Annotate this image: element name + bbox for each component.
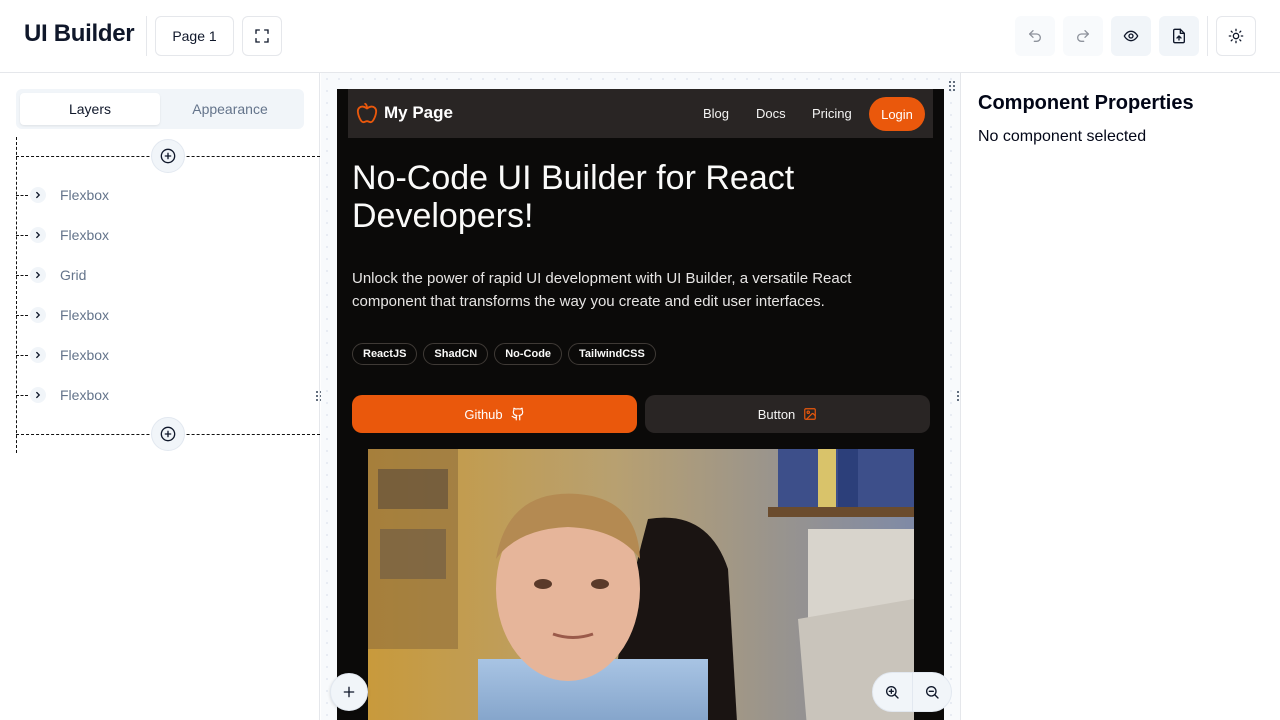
- github-icon: [511, 407, 523, 421]
- layers-panel: Layers Appearance Flexbox Flexbox Grid F…: [0, 73, 322, 720]
- layer-label: Flexbox: [60, 227, 110, 243]
- redo-icon: [1077, 30, 1089, 42]
- preview-button[interactable]: [1111, 16, 1151, 56]
- tab-appearance[interactable]: Appearance: [160, 93, 300, 125]
- theme-toggle-button[interactable]: [1216, 16, 1256, 56]
- layer-item[interactable]: Grid: [16, 260, 316, 290]
- zoom-controls: [872, 672, 952, 712]
- canvas-drag-handle[interactable]: [948, 79, 956, 93]
- panel-tabs: Layers Appearance: [16, 89, 304, 129]
- hero-subtitle: Unlock the power of rapid UI development…: [352, 270, 852, 310]
- plus-circle-icon: [160, 426, 176, 442]
- github-button-label: Github: [464, 406, 503, 422]
- layer-item[interactable]: Flexbox: [16, 220, 316, 250]
- layer-label: Flexbox: [60, 307, 110, 323]
- tag-chip: TailwindCSS: [568, 343, 656, 365]
- github-button[interactable]: Github: [352, 395, 637, 433]
- undo-button[interactable]: [1015, 16, 1055, 56]
- login-button[interactable]: Login: [869, 97, 925, 131]
- chevron-right-icon[interactable]: [30, 307, 46, 323]
- toolbar-divider: [1207, 16, 1208, 56]
- layer-label: Flexbox: [60, 387, 110, 403]
- page-preview[interactable]: My Page Blog Docs Pricing Login No-Code …: [337, 89, 944, 720]
- eye-icon: [1123, 30, 1139, 42]
- fullscreen-button[interactable]: [242, 16, 282, 56]
- editor-canvas[interactable]: My Page Blog Docs Pricing Login No-Code …: [321, 73, 960, 720]
- chevron-right-icon[interactable]: [30, 267, 46, 283]
- layer-label: Flexbox: [60, 187, 110, 203]
- zoom-in-button[interactable]: [873, 673, 912, 711]
- tag-chip: ShadCN: [423, 343, 489, 365]
- layer-item[interactable]: Flexbox: [16, 300, 316, 330]
- tab-layers[interactable]: Layers: [20, 93, 160, 125]
- chevron-right-icon[interactable]: [30, 387, 46, 403]
- plus-circle-icon: [160, 148, 176, 164]
- preview-navbar[interactable]: My Page Blog Docs Pricing Login: [348, 89, 933, 138]
- zoom-out-button[interactable]: [911, 673, 951, 711]
- fullscreen-icon: [255, 29, 269, 43]
- nav-link-pricing[interactable]: Pricing: [812, 106, 852, 121]
- secondary-button[interactable]: Button: [645, 395, 930, 433]
- nav-link-docs[interactable]: Docs: [756, 106, 786, 121]
- nav-link-blog[interactable]: Blog: [703, 106, 729, 121]
- page-selector-button[interactable]: Page 1: [155, 16, 234, 56]
- layer-label: Flexbox: [60, 347, 110, 363]
- properties-empty-state: No component selected: [978, 128, 1147, 145]
- hero-title: No-Code UI Builder for React Developers!: [352, 159, 795, 235]
- redo-button[interactable]: [1063, 16, 1103, 56]
- add-layer-top-button[interactable]: [151, 139, 185, 173]
- top-toolbar: UI Builder Page 1: [0, 0, 1280, 73]
- undo-icon: [1029, 30, 1041, 42]
- export-button[interactable]: [1159, 16, 1199, 56]
- file-export-icon: [1173, 28, 1185, 44]
- properties-title: Component Properties: [978, 92, 1194, 114]
- layer-label: Grid: [60, 267, 87, 283]
- toolbar-divider: [146, 16, 147, 56]
- chevron-right-icon[interactable]: [30, 347, 46, 363]
- zoom-in-icon: [886, 686, 900, 699]
- apple-logo-icon: [356, 102, 378, 124]
- brand-label: My Page: [384, 103, 453, 122]
- add-component-button[interactable]: [330, 673, 368, 711]
- tag-chip: No-Code: [494, 343, 563, 365]
- grip-vertical-icon: [949, 81, 955, 91]
- zoom-out-icon: [925, 686, 939, 699]
- add-layer-bottom-button[interactable]: [151, 417, 185, 451]
- chevron-right-icon[interactable]: [30, 187, 46, 203]
- secondary-button-label: Button: [757, 406, 796, 422]
- chevron-right-icon[interactable]: [30, 227, 46, 243]
- tag-list: ReactJS ShadCN No-Code TailwindCSS: [352, 343, 656, 365]
- hero-image: [368, 449, 914, 720]
- plus-icon: [343, 686, 355, 698]
- layer-item[interactable]: Flexbox: [16, 380, 316, 410]
- app-title: UI Builder: [24, 20, 135, 47]
- image-icon: [804, 408, 817, 420]
- properties-panel: Component Properties No component select…: [960, 73, 1280, 720]
- sun-icon: [1228, 28, 1244, 44]
- preview-brand[interactable]: My Page: [356, 102, 453, 124]
- layer-item[interactable]: Flexbox: [16, 180, 316, 210]
- page-selector-label: Page 1: [172, 28, 217, 44]
- tag-chip: ReactJS: [352, 343, 418, 365]
- layer-item[interactable]: Flexbox: [16, 340, 316, 370]
